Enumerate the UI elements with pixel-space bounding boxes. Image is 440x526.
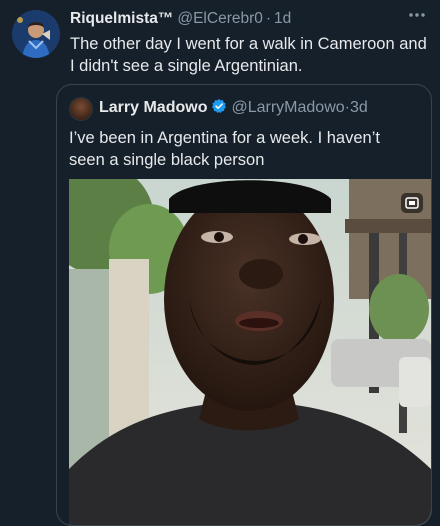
quoted-tweet-card[interactable]: Larry Madowo @LarryMadowo·3d I’ve been in…	[56, 84, 432, 526]
tweet-header: Riquelmista™ @ElCerebr0 · 1d	[70, 9, 406, 29]
media-expand-icon[interactable]	[401, 193, 423, 213]
quoted-tweet-timestamp[interactable]: 3d	[350, 99, 368, 116]
quoted-author-avatar[interactable]	[69, 97, 93, 121]
header-separator: ·	[265, 10, 272, 27]
quoted-author-handle[interactable]: @LarryMadowo	[231, 99, 344, 116]
tweet-text: The other day I went for a walk in Camer…	[70, 35, 427, 75]
video-thumbnail[interactable]	[69, 179, 431, 525]
quoted-tweet-text: I’ve been in Argentina for a week. I hav…	[69, 129, 380, 169]
author-name[interactable]: Riquelmista™	[70, 10, 173, 27]
author-avatar[interactable]	[12, 10, 60, 58]
quoted-tweet-header: Larry Madowo @LarryMadowo·3d	[99, 98, 421, 118]
more-options-icon[interactable]	[406, 6, 428, 24]
quoted-author-name[interactable]: Larry Madowo	[99, 99, 207, 116]
tweet-timestamp[interactable]: 1d	[274, 10, 291, 27]
author-handle[interactable]: @ElCerebr0	[177, 10, 263, 27]
verified-badge-icon	[211, 98, 227, 114]
